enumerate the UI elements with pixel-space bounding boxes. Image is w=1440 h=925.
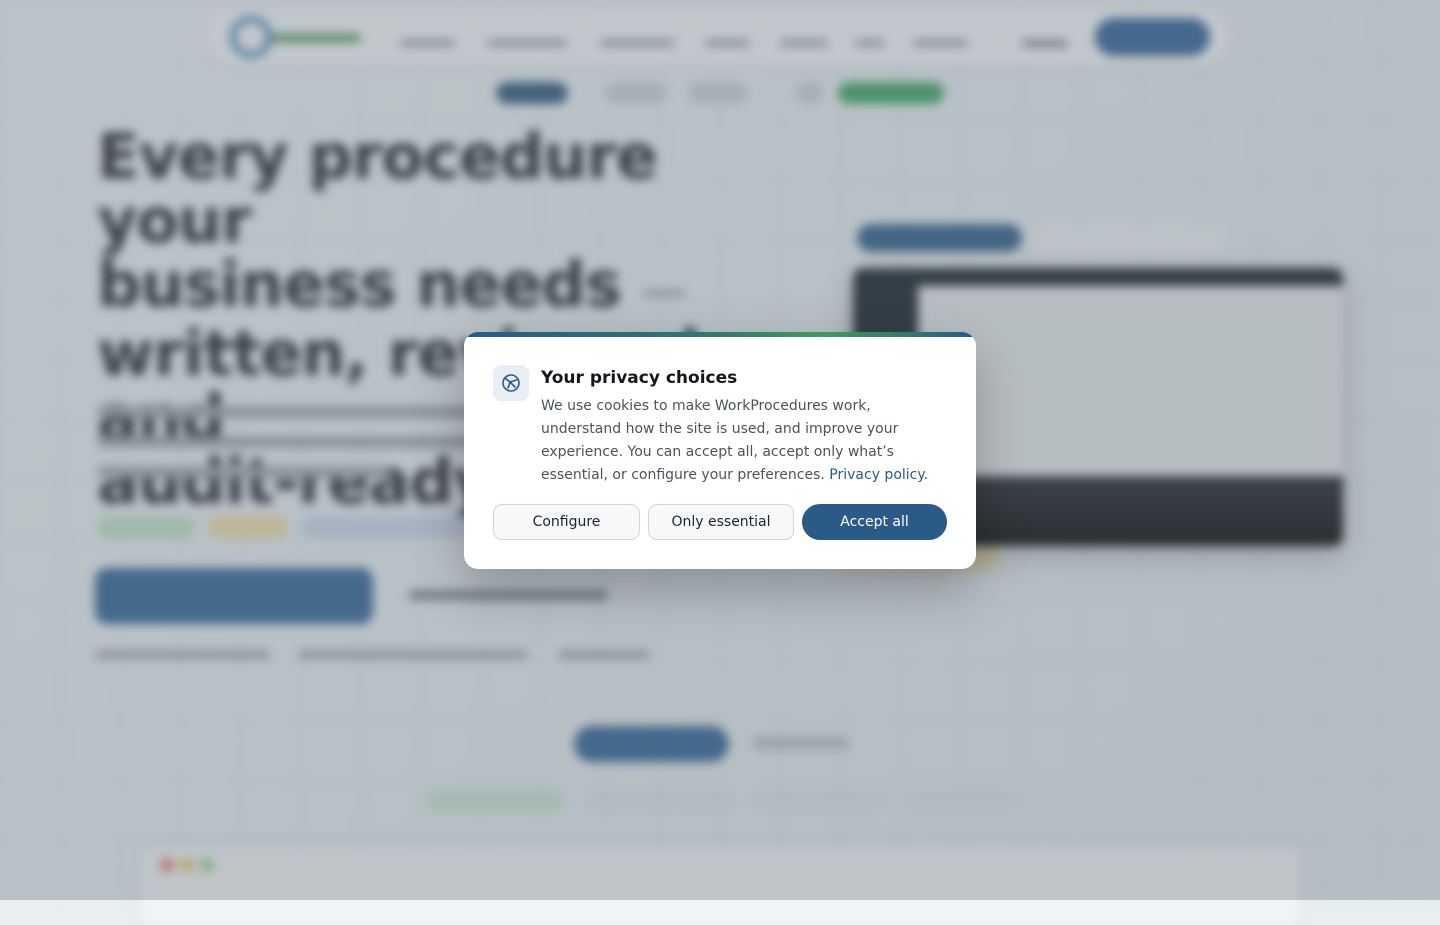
only-essential-button[interactable]: Only essential [648, 504, 794, 540]
dialog-body: We use cookies to make WorkProcedures wo… [541, 395, 946, 487]
accept-all-button[interactable]: Accept all [802, 504, 947, 540]
privacy-consent-dialog: Your privacy choices We use cookies to m… [464, 332, 976, 569]
cookie-shield-icon [493, 365, 529, 401]
dialog-body-end: . [923, 467, 929, 483]
configure-button[interactable]: Configure [493, 504, 640, 540]
dialog-accent-bar [464, 332, 976, 337]
dialog-title: Your privacy choices [541, 368, 738, 388]
privacy-policy-link[interactable]: Privacy policy [829, 467, 923, 483]
